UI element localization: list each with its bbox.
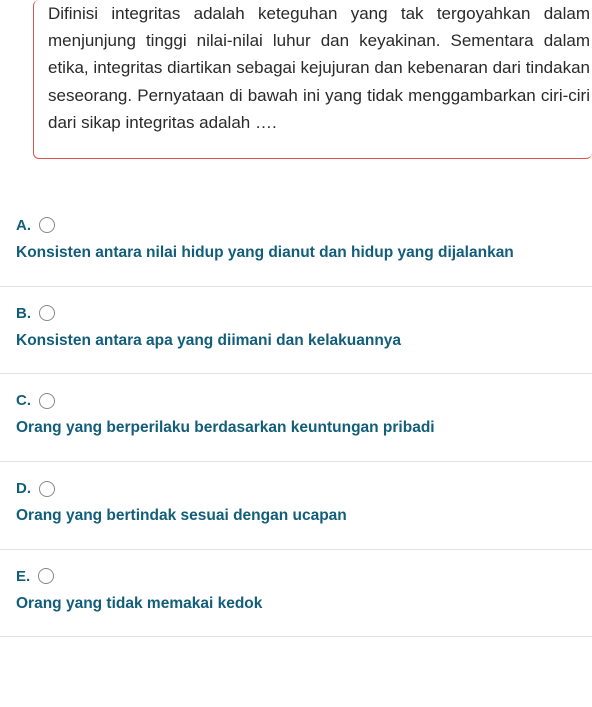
radio-icon[interactable] <box>39 393 55 409</box>
radio-icon[interactable] <box>38 568 54 584</box>
option-a[interactable]: A. Konsisten antara nilai hidup yang dia… <box>0 199 592 287</box>
option-header: A. <box>16 217 576 234</box>
radio-icon[interactable] <box>39 217 55 233</box>
option-d[interactable]: D. Orang yang bertindak sesuai dengan uc… <box>0 462 592 550</box>
option-header: E. <box>16 568 576 585</box>
question-text: Difinisi integritas adalah keteguhan yan… <box>48 0 592 136</box>
option-c[interactable]: C. Orang yang berperilaku berdasarkan ke… <box>0 374 592 462</box>
question-box: Difinisi integritas adalah keteguhan yan… <box>33 0 592 159</box>
radio-icon[interactable] <box>39 481 55 497</box>
option-letter: A. <box>16 217 31 234</box>
option-e[interactable]: E. Orang yang tidak memakai kedok <box>0 550 592 638</box>
option-header: B. <box>16 305 576 322</box>
option-letter: B. <box>16 305 31 322</box>
option-text: Konsisten antara apa yang diimani dan ke… <box>16 330 576 352</box>
option-text: Orang yang tidak memakai kedok <box>16 593 576 615</box>
radio-icon[interactable] <box>39 305 55 321</box>
option-text: Orang yang berperilaku berdasarkan keunt… <box>16 417 576 439</box>
option-header: D. <box>16 480 576 497</box>
option-b[interactable]: B. Konsisten antara apa yang diimani dan… <box>0 287 592 375</box>
option-letter: E. <box>16 568 30 585</box>
option-text: Konsisten antara nilai hidup yang dianut… <box>16 242 576 264</box>
option-letter: D. <box>16 480 31 497</box>
options-list: A. Konsisten antara nilai hidup yang dia… <box>0 199 592 637</box>
option-header: C. <box>16 392 576 409</box>
option-letter: C. <box>16 392 31 409</box>
option-text: Orang yang bertindak sesuai dengan ucapa… <box>16 505 576 527</box>
